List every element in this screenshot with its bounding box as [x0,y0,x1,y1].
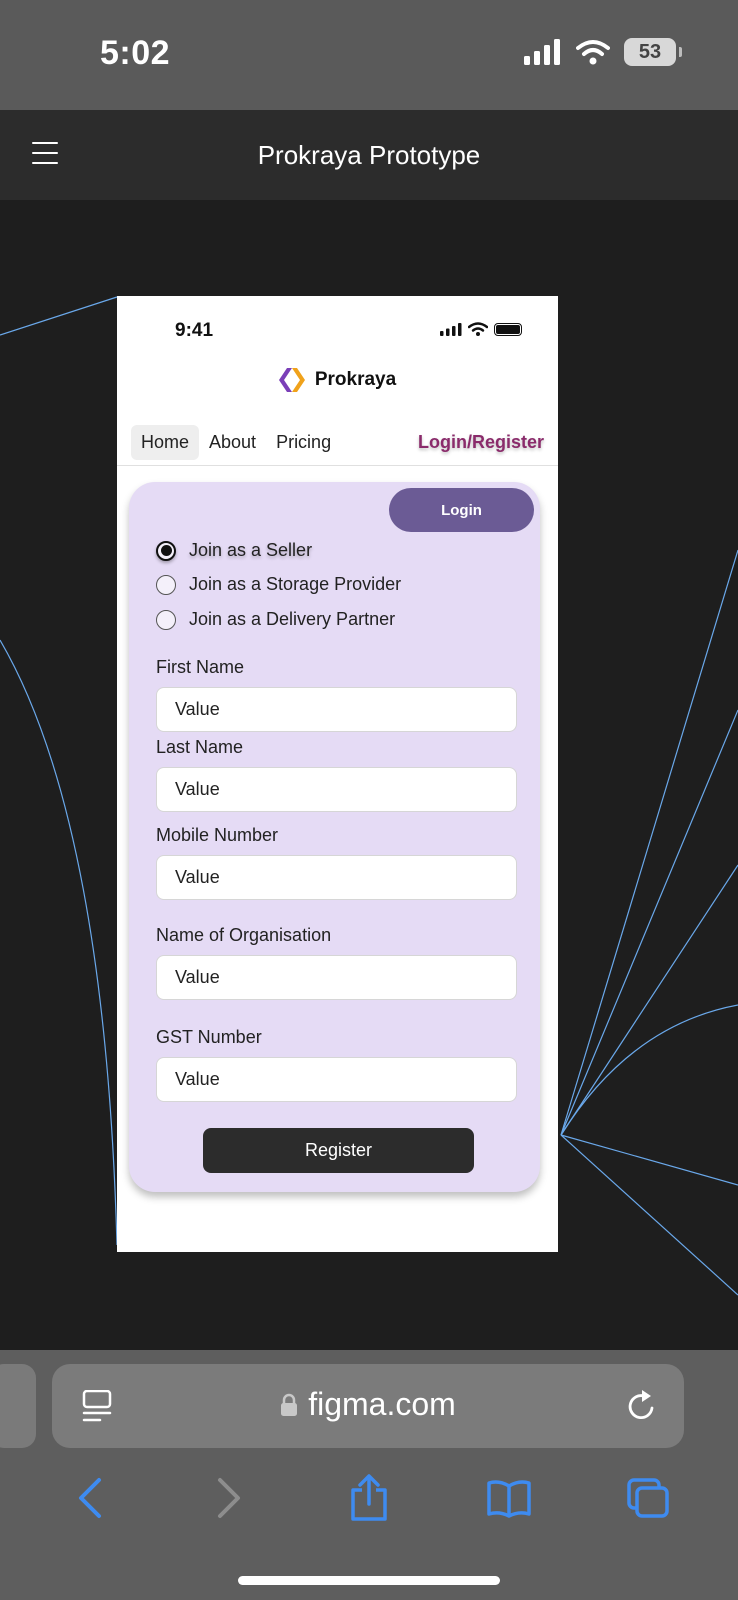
radio-selected-icon[interactable] [156,540,176,561]
book-icon [486,1480,531,1518]
login-button[interactable]: Login [389,488,534,532]
url-display: figma.com [52,1386,684,1423]
previous-tab-preview[interactable] [0,1364,36,1448]
nav-pricing[interactable]: Pricing [266,425,341,460]
share-icon [351,1474,387,1521]
tabs-icon [627,1478,669,1518]
lock-icon [281,1393,298,1416]
join-option-label: Join as a Seller [189,540,313,560]
nav-about[interactable]: About [199,425,266,460]
home-indicator [238,1576,500,1585]
prototype-nav: Home About Pricing Login/Register [131,422,544,462]
os-status-bar: 5:02 53 [0,0,738,110]
brand: Prokraya [117,368,558,392]
join-delivery-partner-option[interactable]: Join as a Delivery Partner [156,609,395,630]
first-name-field[interactable] [156,687,517,732]
prototype-frame: 9:41 Prokraya Home About Pricing Login/R… [117,296,558,1252]
forward-button[interactable] [199,1468,259,1528]
organisation-name-label: Name of Organisation [156,925,332,945]
register-button[interactable]: Register [203,1128,474,1173]
prototype-clock: 9:41 [175,320,214,341]
chevron-right-icon [218,1478,241,1518]
brand-name: Prokraya [314,369,397,390]
nav-login-register[interactable]: Login/Register [418,432,544,453]
mobile-number-field[interactable] [156,855,517,900]
radio-unselected-icon[interactable] [156,609,176,630]
address-bar[interactable]: figma.com [52,1364,684,1448]
share-button[interactable] [339,1468,399,1528]
os-status-icons: 53 [524,38,682,66]
prototype-status-bar: 9:41 [117,296,558,356]
mobile-number-label: Mobile Number [156,825,279,845]
os-clock: 5:02 [100,34,171,72]
battery-icon: 53 [624,38,682,66]
cellular-signal-icon [524,39,560,65]
bookmarks-button[interactable] [479,1468,539,1528]
join-option-label: Join as a Delivery Partner [189,609,396,629]
reload-icon[interactable] [624,1388,658,1424]
wifi-icon [468,322,488,336]
gst-number-field[interactable] [156,1057,517,1102]
join-storage-provider-option[interactable]: Join as a Storage Provider [156,574,401,595]
wifi-icon [576,40,610,65]
organisation-name-field[interactable] [156,955,517,1000]
browser-bottom-bar: figma.com [0,1350,738,1600]
back-button[interactable] [60,1468,120,1528]
tabs-button[interactable] [618,1468,678,1528]
cellular-signal-icon [440,322,462,336]
app-header: Prokraya Prototype [0,110,738,200]
join-seller-option[interactable]: Join as a Seller [156,540,312,561]
battery-icon [494,322,522,336]
prokraya-logo-icon [278,368,305,392]
nav-divider [117,465,558,466]
radio-unselected-icon[interactable] [156,574,176,595]
battery-level: 53 [638,40,662,63]
join-option-label: Join as a Storage Provider [189,574,402,594]
browser-toolbar [0,1468,738,1528]
registration-card: Login Join as a Seller Join as a Storage… [129,482,540,1192]
gst-number-label: GST Number [156,1027,262,1047]
url-text: figma.com [308,1386,456,1422]
last-name-label: Last Name [156,737,244,757]
first-name-label: First Name [156,657,245,677]
nav-home[interactable]: Home [131,424,200,460]
last-name-field[interactable] [156,767,517,812]
app-title: Prokraya Prototype [257,140,481,170]
prototype-status-icons [440,322,522,336]
chevron-left-icon [78,1478,101,1518]
